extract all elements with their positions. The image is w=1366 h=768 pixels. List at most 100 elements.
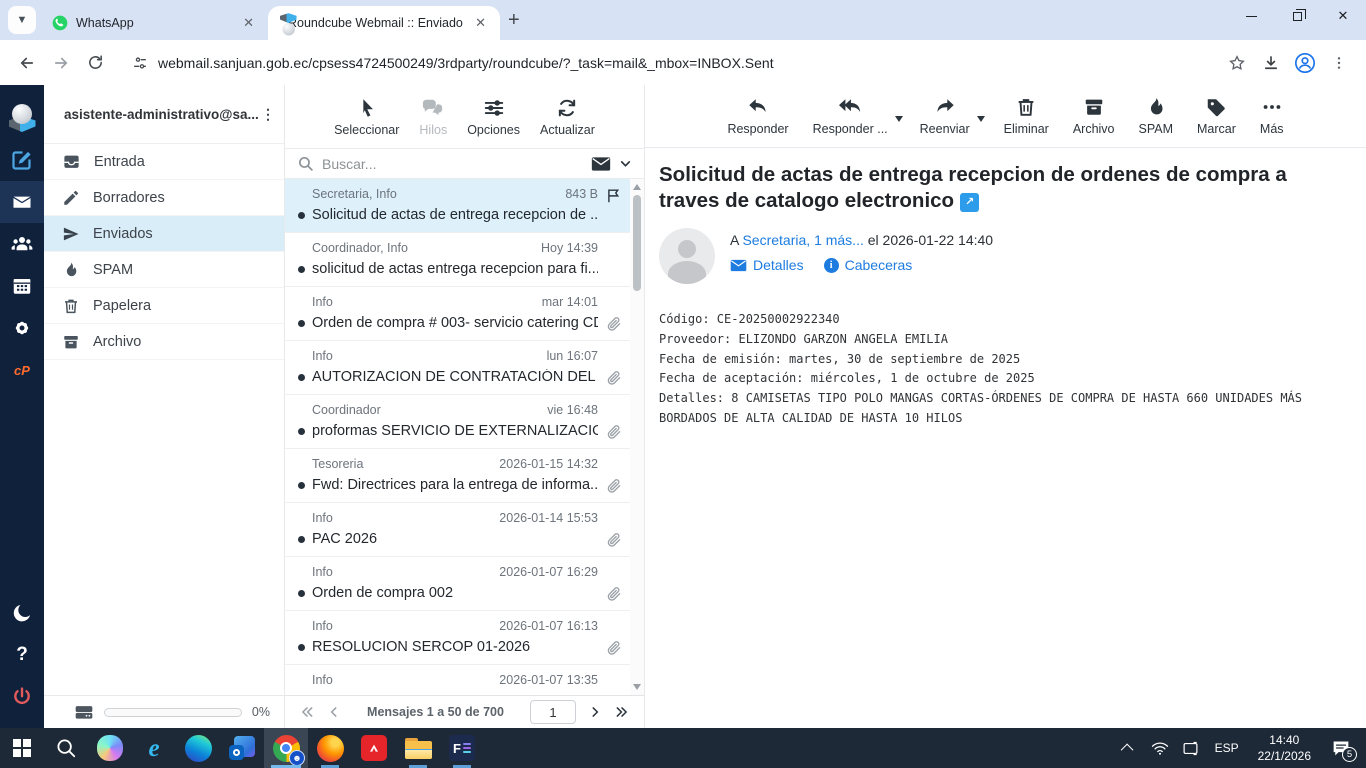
tab-whatsapp[interactable]: WhatsApp ✕ — [40, 6, 268, 40]
message-row[interactable]: Secretaria, Info843 B Solicitud de actas… — [285, 179, 644, 233]
forward-button[interactable]: Reenviar — [916, 96, 974, 136]
folder-enviados[interactable]: Enviados — [44, 216, 284, 252]
folder-spam[interactable]: SPAM — [44, 252, 284, 288]
page-number-input[interactable] — [530, 700, 576, 724]
delete-button[interactable]: Eliminar — [1000, 96, 1053, 136]
taskbar-search-icon[interactable] — [44, 728, 88, 768]
notification-center-icon[interactable]: 5 — [1324, 728, 1358, 768]
new-tab-button[interactable]: + — [508, 9, 520, 32]
internet-explorer-icon[interactable]: e — [132, 728, 176, 768]
reply-button[interactable]: Responder — [723, 96, 792, 136]
clock[interactable]: 14:40 22/1/2026 — [1250, 732, 1319, 764]
edge-icon[interactable] — [176, 728, 220, 768]
reload-button[interactable] — [78, 46, 112, 80]
site-info-icon[interactable] — [132, 55, 148, 71]
settings-nav-icon[interactable] — [0, 307, 44, 349]
tablet-mode-icon[interactable] — [1178, 728, 1204, 768]
forward-menu-caret[interactable] — [977, 116, 985, 122]
search-input[interactable] — [322, 156, 583, 172]
message-row[interactable]: Info2026-01-07 13:35 — [285, 665, 644, 695]
search-scope-mail-icon[interactable] — [591, 156, 611, 172]
outlook-icon[interactable] — [220, 728, 264, 768]
back-button[interactable] — [10, 46, 44, 80]
firefox-icon[interactable] — [308, 728, 352, 768]
app-f-icon[interactable]: F — [440, 728, 484, 768]
downloads-icon[interactable] — [1254, 46, 1288, 80]
mail-nav-icon[interactable] — [0, 181, 44, 223]
mail-toolbar: Responder Responder ... Reenviar Elimina… — [645, 85, 1366, 148]
start-button[interactable] — [0, 728, 44, 768]
flag-icon[interactable] — [605, 187, 622, 204]
last-page-button[interactable] — [614, 705, 630, 719]
scroll-down-icon[interactable] — [633, 684, 641, 690]
contacts-nav-icon[interactable] — [0, 223, 44, 265]
reply-all-button[interactable]: Responder ... — [809, 96, 892, 136]
details-toggle[interactable]: Detalles — [730, 257, 804, 273]
folder-borradores[interactable]: Borradores — [44, 180, 284, 216]
tab-title: Roundcube Webmail :: Enviados — [288, 16, 463, 30]
acrobat-icon[interactable] — [352, 728, 396, 768]
tab-roundcube[interactable]: Roundcube Webmail :: Enviados ✕ — [268, 6, 500, 40]
message-row[interactable]: Infomar 14:01 Orden de compra # 003- ser… — [285, 287, 644, 341]
message-row[interactable]: Coordinadorvie 16:48 proformas SERVICIO … — [285, 395, 644, 449]
message-row[interactable]: Info2026-01-07 16:13 RESOLUCION SERCOP 0… — [285, 611, 644, 665]
folder-papelera[interactable]: Papelera — [44, 288, 284, 324]
folder-label: Papelera — [93, 298, 151, 314]
search-options-chevron-icon[interactable] — [619, 157, 632, 170]
list-scrollbar[interactable] — [630, 179, 644, 695]
language-indicator[interactable]: ESP — [1209, 741, 1245, 755]
chrome-icon[interactable]: ☻ — [264, 728, 308, 768]
spam-button[interactable]: SPAM — [1135, 96, 1178, 136]
more-button[interactable]: Más — [1256, 96, 1288, 136]
address-bar[interactable]: webmail.sanjuan.gob.ec/cpsess4724500249/… — [120, 46, 1212, 80]
first-page-button[interactable] — [299, 705, 315, 719]
dark-mode-icon[interactable] — [0, 592, 44, 634]
select-button[interactable]: Seleccionar — [334, 97, 399, 137]
profile-avatar-icon[interactable] — [1288, 46, 1322, 80]
file-explorer-icon[interactable] — [396, 728, 440, 768]
archive-button[interactable]: Archivo — [1069, 96, 1119, 136]
window-minimize-button[interactable] — [1228, 0, 1274, 32]
forward-button[interactable] — [44, 46, 78, 80]
account-menu-icon[interactable]: ⋮ — [260, 112, 276, 116]
wifi-icon[interactable] — [1147, 728, 1173, 768]
compose-button[interactable] — [0, 139, 44, 181]
bookmark-star-icon[interactable] — [1220, 46, 1254, 80]
reply-all-menu-caret[interactable] — [895, 116, 903, 122]
scrollbar-thumb[interactable] — [633, 195, 641, 291]
calendar-nav-icon[interactable] — [0, 265, 44, 307]
next-page-button[interactable] — [588, 705, 602, 719]
more-recipients-link[interactable]: 1 más... — [814, 232, 864, 248]
message-row[interactable]: Info2026-01-07 16:29 Orden de compra 002 — [285, 557, 644, 611]
unread-dot — [298, 536, 305, 543]
window-close-button[interactable]: ✕ — [1320, 0, 1366, 32]
options-button[interactable]: Opciones — [467, 97, 520, 137]
cpanel-logo[interactable]: cP — [0, 349, 44, 391]
threads-button[interactable]: Hilos — [419, 97, 447, 137]
refresh-icon — [556, 97, 578, 119]
tab-close-icon[interactable]: ✕ — [471, 13, 490, 33]
tab-search-button[interactable]: ▼ — [8, 6, 36, 34]
tab-close-icon[interactable]: ✕ — [239, 13, 258, 33]
message-row[interactable]: Infolun 16:07 AUTORIZACION DE CONTRATACI… — [285, 341, 644, 395]
window-restore-button[interactable] — [1274, 0, 1320, 32]
tray-chevron-icon[interactable] — [1116, 728, 1142, 768]
scroll-up-icon[interactable] — [633, 184, 641, 190]
browser-menu-icon[interactable] — [1322, 46, 1356, 80]
reading-pane: Responder Responder ... Reenviar Elimina… — [645, 85, 1366, 728]
headers-toggle[interactable]: i Cabeceras — [824, 257, 913, 273]
mark-button[interactable]: Marcar — [1193, 96, 1240, 136]
recipient-link[interactable]: Secretaria, — [742, 232, 810, 248]
refresh-button[interactable]: Actualizar — [540, 97, 595, 137]
open-in-new-window-icon[interactable]: ↗ — [960, 193, 979, 212]
folder-archivo[interactable]: Archivo — [44, 324, 284, 360]
prev-page-button[interactable] — [327, 705, 341, 719]
message-row[interactable]: Coordinador, InfoHoy 14:39 solicitud de … — [285, 233, 644, 287]
message-row[interactable]: Info2026-01-14 15:53 PAC 2026 — [285, 503, 644, 557]
message-row[interactable]: Tesoreria2026-01-15 14:32 Fwd: Directric… — [285, 449, 644, 503]
logout-icon[interactable] — [0, 676, 44, 718]
folder-entrada[interactable]: Entrada — [44, 144, 284, 180]
help-icon[interactable]: ? — [0, 634, 44, 676]
copilot-icon[interactable] — [88, 728, 132, 768]
attachment-icon — [606, 640, 622, 656]
